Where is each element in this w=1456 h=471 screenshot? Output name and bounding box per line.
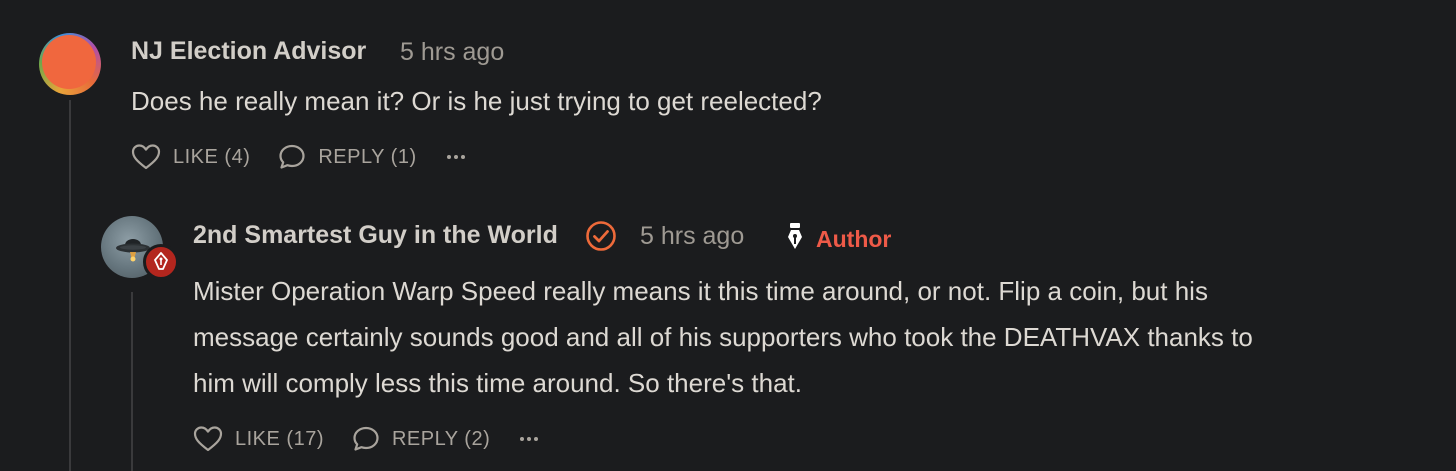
reply-label: REPLY (1) xyxy=(318,145,417,168)
like-button[interactable]: LIKE (17) xyxy=(193,425,324,453)
ellipsis-icon[interactable] xyxy=(446,155,465,159)
comment-body-line: him will comply less this time around. S… xyxy=(193,368,802,398)
like-label: LIKE (4) xyxy=(173,145,251,168)
comment-thread: NJ Election Advisor 5 hrs ago Does he re… xyxy=(0,0,1456,471)
comment-actions: LIKE (17) REPLY (2) xyxy=(193,425,539,453)
heart-icon xyxy=(193,426,223,452)
comment-body-line: message certainly sounds good and all of… xyxy=(193,322,1253,352)
reply-label: REPLY (2) xyxy=(391,427,491,450)
speech-bubble-icon xyxy=(279,144,305,169)
ellipsis-icon[interactable] xyxy=(520,437,539,441)
comment-body: Does he really mean it? Or is he just tr… xyxy=(131,78,822,124)
thread-line xyxy=(69,100,71,471)
thread-line-reply xyxy=(131,292,133,471)
comment-timestamp[interactable]: 5 hrs ago xyxy=(640,222,744,251)
comment-actions: LIKE (4) REPLY (1) xyxy=(131,143,465,171)
heart-icon xyxy=(131,144,161,170)
fountain-pen-icon xyxy=(154,252,168,270)
avatar[interactable] xyxy=(39,33,101,95)
comment-body: Mister Operation Warp Speed really means… xyxy=(193,268,1253,406)
comment-author[interactable]: NJ Election Advisor xyxy=(131,37,366,66)
comment-timestamp[interactable]: 5 hrs ago xyxy=(400,38,504,67)
check-circle-icon xyxy=(586,221,616,251)
comment-body-line: Does he really mean it? Or is he just tr… xyxy=(131,86,822,116)
comment-author[interactable]: 2nd Smartest Guy in the World xyxy=(193,221,558,250)
like-label: LIKE (17) xyxy=(235,427,324,450)
comment-body-line: Mister Operation Warp Speed really means… xyxy=(193,276,1208,306)
author-badge-label: Author xyxy=(816,226,892,252)
reply-button[interactable]: REPLY (1) xyxy=(278,143,416,171)
reply-button[interactable]: REPLY (2) xyxy=(352,425,490,453)
fountain-pen-icon xyxy=(788,223,802,249)
author-avatar-badge xyxy=(143,244,179,280)
speech-bubble-icon xyxy=(353,426,379,451)
like-button[interactable]: LIKE (4) xyxy=(131,143,250,171)
